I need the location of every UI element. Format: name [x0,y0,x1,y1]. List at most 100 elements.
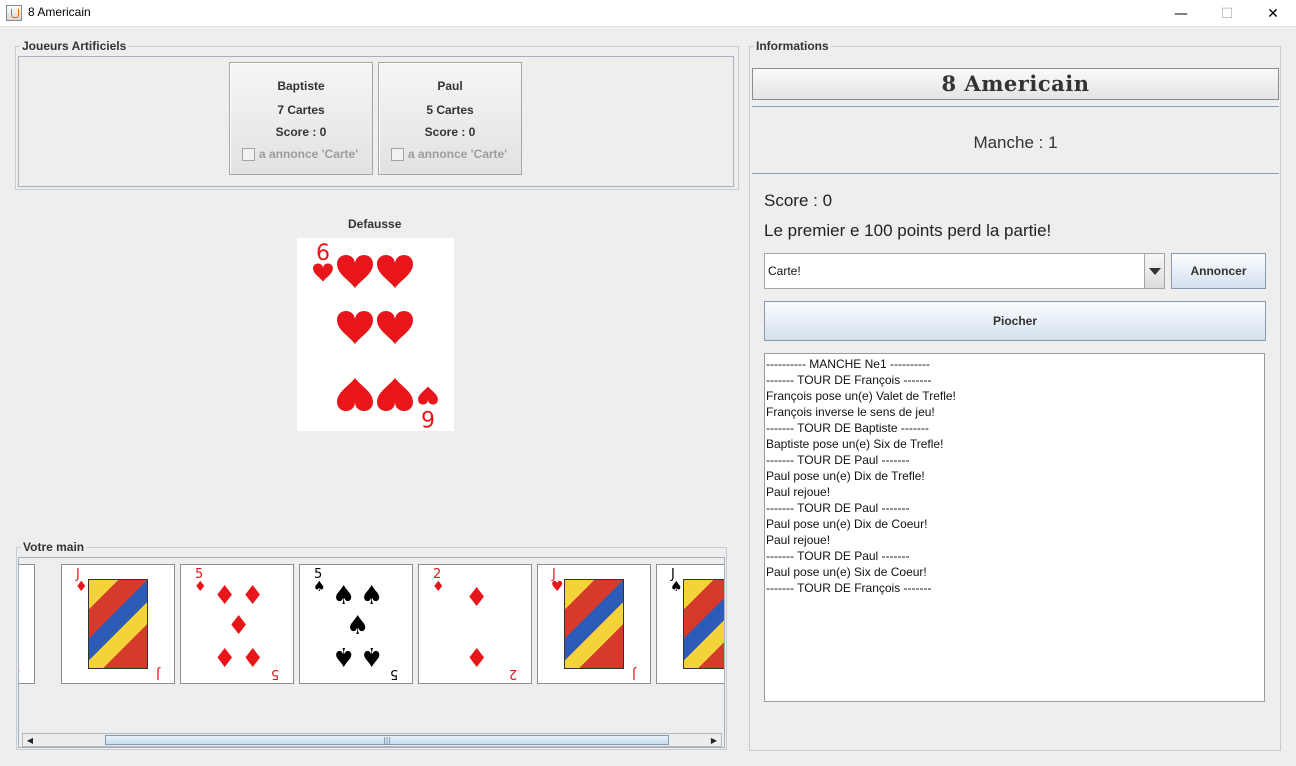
players-inner-frame [18,56,734,187]
heart-icon [377,255,413,288]
player-card-baptiste[interactable]: Baptiste 7 Cartes Score : 0 a annonce 'C… [229,62,373,175]
scroll-left-arrow[interactable]: ◀ [23,734,37,746]
players-panel-title: Joueurs Artificiels [20,39,129,53]
hand-panel: Votre main 3♥♥3J♦J5♦♦♦♦♦♦55♠♠♠♠♠♠52♦♦♦2J… [16,540,727,750]
window-title: 8 Americain [28,5,91,19]
log-line: François pose un(e) Valet de Trefle! [766,389,956,403]
log-line: Paul rejoue! [766,485,831,499]
player-card-count: 7 Cartes [277,103,325,117]
announce-select-value: Carte! [768,264,801,278]
diamonds-icon: ♦ [465,641,489,671]
heart-icon [377,311,413,344]
game-title-banner: 8 Americain [752,68,1279,100]
log-line: Baptiste pose un(e) Six de Trefle! [766,437,944,451]
player-score: Score : 0 [424,125,476,139]
player-card-paul[interactable]: Paul 5 Cartes Score : 0 a annonce 'Carte… [378,62,522,175]
diamonds-icon: ♦ [465,583,489,613]
hand-scroll-area[interactable]: 3♥♥3J♦J5♦♦♦♦♦♦55♠♠♠♠♠♠52♦♦♦2J♥JJ♠J ◀ |||… [18,557,725,748]
close-button[interactable]: ✕ [1250,0,1296,27]
heart-icon [337,255,373,288]
announce-label: a annonce 'Carte' [408,147,508,161]
spades-icon: ♠ [313,579,326,595]
spades-icon: ♠ [360,581,384,611]
spades-icon: ♠ [670,579,683,595]
face-card-art [683,579,724,669]
spades-icon: ♠ [360,641,384,671]
heart-icon [337,378,373,411]
log-line: Paul rejoue! [766,533,831,547]
card-rank-bottom: 5 [270,666,279,681]
diamonds-icon: ♦ [227,611,251,641]
discard-rank-top: 6 [316,241,330,266]
announce-label: a annonce 'Carte' [259,147,359,161]
chevron-down-icon[interactable] [1144,254,1164,288]
maximize-button[interactable]: ☐ [1204,0,1250,27]
card-rank-bottom: 5 [389,666,398,681]
announce-checkbox [391,147,404,161]
discard-label: Defausse [348,217,402,231]
face-card-art [88,579,148,669]
log-line: Paul pose un(e) Six de Coeur! [766,565,927,579]
player-card-count: 5 Cartes [426,103,474,117]
hand-card-j-of-spades[interactable]: J♠J [656,564,724,684]
game-rule-text: Le premier e 100 points perd la partie! [764,221,1052,240]
card-rank-bottom: 3 [19,666,20,681]
diamonds-icon: ♦ [241,641,265,671]
heart-icon [418,386,438,405]
hand-card-3-of-hearts[interactable]: 3♥♥3 [19,564,35,684]
card-rank-bottom: J [156,666,160,681]
spades-icon: ♠ [346,611,370,641]
announce-button[interactable]: Annoncer [1171,253,1266,289]
log-line: ------- TOUR DE Paul ------- [766,501,910,515]
hand-card-2-of-diamonds[interactable]: 2 ♦ ♦ ♦ 2 [418,564,532,684]
hand-panel-title: Votre main [21,540,87,554]
horizontal-scrollbar[interactable]: ◀ ||| ▶ [22,733,722,747]
hand-card-5-of-diamonds[interactable]: 5 ♦ ♦ ♦ ♦ ♦ ♦ 5 [180,564,294,684]
log-line: ------- TOUR DE François ------- [766,373,932,387]
diamonds-icon: ♦ [432,579,445,595]
diamonds-icon: ♦ [213,581,237,611]
my-score: Score : 0 [764,191,833,210]
title-bar: 8 Americain — ☐ ✕ [0,0,1296,27]
round-label: Manche : 1 [973,133,1058,152]
players-panel: Joueurs Artificiels [15,39,739,190]
diamonds-icon: ♦ [213,641,237,671]
divider [752,173,1279,174]
scroll-thumb[interactable]: ||| [105,735,669,745]
player-name: Paul [437,79,463,93]
log-line: François inverse le sens de jeu! [766,405,935,419]
announce-checkbox-row: a annonce 'Carte' [242,147,358,161]
player-name: Baptiste [277,79,325,93]
diamonds-icon: ♦ [194,579,207,595]
face-card-art [564,579,624,669]
card-rank-bottom: J [632,666,636,681]
diamonds-icon: ♦ [241,581,265,611]
card-rank-bottom: 2 [508,666,517,681]
log-line: ------- TOUR DE Paul ------- [766,453,910,467]
game-log[interactable]: ---------- MANCHE Ne1 ---------- ------- … [764,353,1265,702]
java-app-icon [6,5,22,21]
log-line: ------- TOUR DE Paul ------- [766,549,910,563]
heart-icon [377,378,413,411]
announce-checkbox-row: a annonce 'Carte' [391,147,507,161]
log-line: ------- TOUR DE Baptiste ------- [766,421,929,435]
hand-card-j-of-diamonds[interactable]: J ♦ J [61,564,175,684]
log-line: Paul pose un(e) Dix de Trefle! [766,469,925,483]
hand-card-5-of-spades[interactable]: 5 ♠ ♠ ♠ ♠ ♠ ♠ 5 [299,564,413,684]
log-line: Paul pose un(e) Dix de Coeur! [766,517,928,531]
info-panel-title: Informations [754,39,831,53]
hearts-icon: ♥ [551,579,564,595]
minimize-button[interactable]: — [1158,0,1204,27]
announce-select[interactable]: Carte! [764,253,1165,289]
log-line: ------- TOUR DE François ------- [766,581,932,595]
heart-icon [337,311,373,344]
hand-card-j-of-hearts[interactable]: J ♥ J [537,564,651,684]
divider [752,106,1279,107]
announce-checkbox [242,147,255,161]
draw-button[interactable]: Piocher [764,301,1266,341]
discard-card-six-of-hearts[interactable]: 6 6 [297,238,454,431]
heart-icon [313,263,333,282]
log-line: ---------- MANCHE Ne1 ---------- [766,357,930,371]
scroll-right-arrow[interactable]: ▶ [707,734,721,746]
discard-rank-bottom: 6 [421,405,435,430]
